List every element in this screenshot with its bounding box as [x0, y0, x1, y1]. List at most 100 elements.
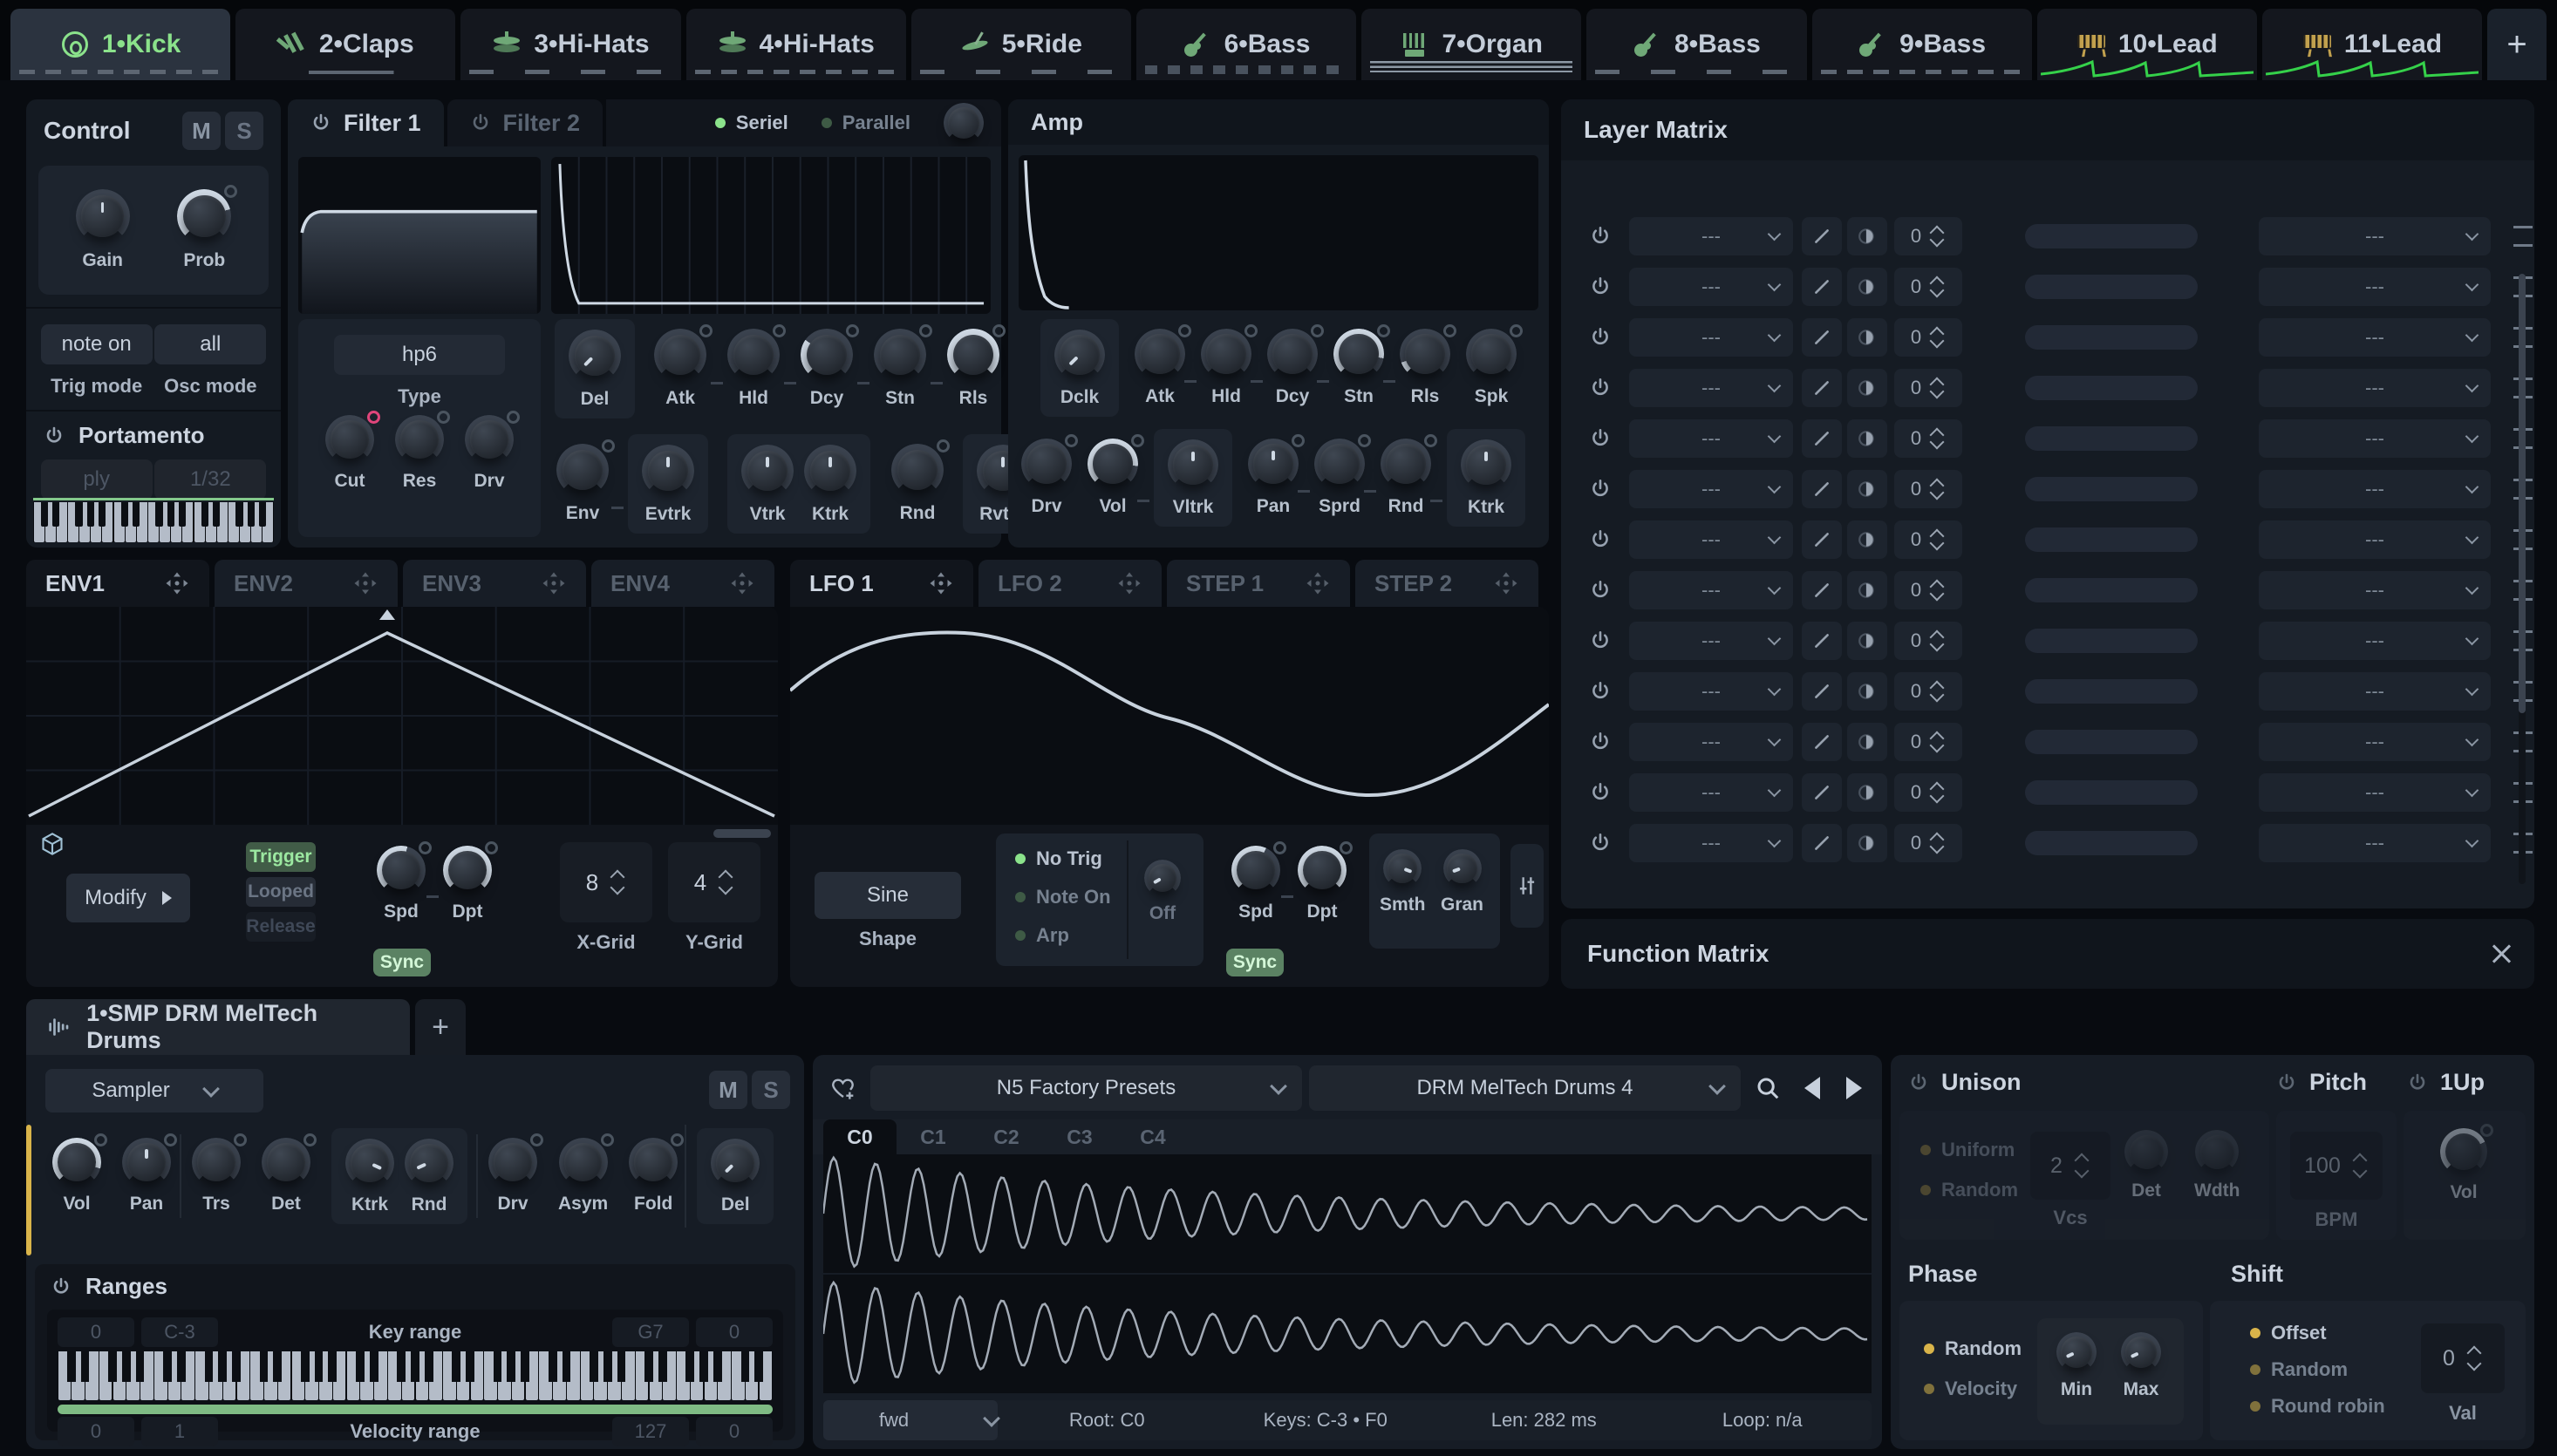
curve-mode-icon[interactable] [1847, 318, 1887, 357]
expand-collapse-icon[interactable] [2495, 940, 2508, 968]
assign-move-icon[interactable] [1305, 570, 1331, 596]
sampler-knob[interactable]: Fold [629, 1138, 678, 1214]
amp-out-knob[interactable]: Sprd [1314, 439, 1365, 517]
sampler-knob[interactable]: Vol [52, 1138, 101, 1214]
amp-env-knob[interactable]: Hld [1201, 329, 1251, 407]
sample-key-tab[interactable]: C4 [1116, 1119, 1190, 1154]
env-speed-knob[interactable]: Spd [377, 846, 426, 922]
lfo-fade-knob[interactable]: Off [1144, 860, 1181, 924]
phase-max-knob[interactable]: Max [2121, 1332, 2161, 1400]
lfo-speed-knob[interactable]: Spd [1231, 846, 1280, 922]
x-grid-stepper[interactable]: 8 [560, 842, 652, 922]
curve-mode-icon[interactable] [1847, 520, 1887, 559]
sampler-knob[interactable]: Asym [558, 1138, 608, 1214]
unison-power-icon[interactable] [1908, 1072, 1929, 1093]
slope-mode-icon[interactable] [1802, 824, 1842, 862]
amp-env-knob[interactable]: Dcy [1267, 329, 1318, 407]
shift-mode-radio[interactable]: Random [2250, 1358, 2385, 1381]
row-power-icon[interactable] [1589, 579, 1612, 602]
track-tab[interactable]: 1•Kick [10, 9, 230, 80]
gain-knob[interactable]: Gain [76, 189, 130, 271]
porta-speed-select[interactable]: 1/32 [154, 459, 266, 500]
curve-mode-icon[interactable] [1847, 470, 1887, 508]
lfo-tab[interactable]: LFO 1 [790, 560, 973, 607]
ranges-power-icon[interactable] [51, 1276, 72, 1297]
env-mode-toggle[interactable]: Release [246, 912, 316, 942]
matrix-source-select[interactable]: --- [1629, 419, 1793, 458]
filter-mix-knob[interactable] [944, 103, 984, 143]
key-range-keyboard[interactable] [58, 1351, 773, 1400]
matrix-source-select[interactable]: --- [1629, 369, 1793, 407]
filter2-power-icon[interactable] [470, 112, 491, 133]
filter-routing-radio[interactable]: Parallel [822, 112, 910, 134]
matrix-amount-slider[interactable] [2025, 780, 2198, 805]
sampler-knob[interactable]: Det [262, 1138, 310, 1214]
voices-stepper[interactable]: 2 [2030, 1132, 2110, 1200]
matrix-amount-slider[interactable] [2025, 527, 2198, 552]
matrix-amount-stepper[interactable]: 0 [1894, 470, 1962, 508]
filter-mod-knob[interactable]: Vtrk [727, 434, 799, 534]
amp-envelope-display[interactable] [1019, 155, 1538, 310]
filter-env-knob[interactable]: Stn [874, 329, 926, 409]
row-power-icon[interactable] [1589, 629, 1612, 652]
matrix-amount-slider[interactable] [2025, 224, 2198, 248]
unison-detune-knob[interactable]: Det [2124, 1130, 2168, 1201]
assign-move-icon[interactable] [1493, 570, 1519, 596]
env-display[interactable] [26, 607, 778, 825]
filter2-tab[interactable]: Filter 2 [447, 99, 603, 146]
sample-key-tab[interactable]: C2 [970, 1119, 1043, 1154]
amp-env-knob[interactable]: Rls [1400, 329, 1450, 407]
matrix-dest-select[interactable]: --- [2259, 268, 2491, 306]
sampler-knob[interactable]: Drv [488, 1138, 537, 1214]
env-tab[interactable]: ENV4 [591, 560, 774, 607]
key-high[interactable]: G7 [612, 1317, 689, 1347]
row-power-icon[interactable] [1589, 731, 1612, 753]
lfo-tab[interactable]: STEP 1 [1167, 560, 1350, 607]
track-tab[interactable]: 7•Organ [1361, 9, 1581, 80]
engine-select[interactable]: Sampler [45, 1069, 263, 1112]
phase-min-knob[interactable]: Min [2056, 1332, 2097, 1400]
matrix-amount-stepper[interactable]: 0 [1894, 318, 1962, 357]
matrix-source-select[interactable]: --- [1629, 672, 1793, 711]
vel-fade-high[interactable]: 0 [696, 1417, 773, 1446]
matrix-amount-stepper[interactable]: 0 [1894, 723, 1962, 761]
matrix-source-select[interactable]: --- [1629, 470, 1793, 508]
filter-knob[interactable]: Cut [325, 415, 374, 492]
y-grid-stepper[interactable]: 4 [668, 842, 760, 922]
matrix-scrollbar[interactable] [2519, 274, 2526, 884]
matrix-amount-stepper[interactable]: 0 [1894, 571, 1962, 609]
preset-select[interactable]: DRM MelTech Drums 4 [1309, 1065, 1741, 1111]
portamento-power-icon[interactable] [44, 425, 65, 446]
matrix-amount-stepper[interactable]: 0 [1894, 622, 1962, 660]
vel-low[interactable]: 1 [141, 1417, 218, 1446]
matrix-amount-slider[interactable] [2025, 426, 2198, 451]
matrix-dest-select[interactable]: --- [2259, 723, 2491, 761]
row-power-icon[interactable] [1589, 680, 1612, 703]
matrix-amount-slider[interactable] [2025, 831, 2198, 855]
matrix-dest-select[interactable]: --- [2259, 217, 2491, 255]
prev-preset-button[interactable] [1795, 1065, 1830, 1111]
slope-mode-icon[interactable] [1802, 571, 1842, 609]
matrix-amount-slider[interactable] [2025, 679, 2198, 704]
env-mode-toggle[interactable]: Trigger [246, 842, 316, 872]
matrix-amount-stepper[interactable]: 0 [1894, 773, 1962, 812]
osc-mode-select[interactable]: all [154, 324, 266, 364]
filter1-power-icon[interactable] [310, 112, 331, 133]
matrix-amount-stepper[interactable]: 0 [1894, 369, 1962, 407]
unison-mode-radio[interactable]: Random [1920, 1179, 2018, 1201]
key-fade-high[interactable]: 0 [696, 1317, 773, 1347]
env-mode-toggle[interactable]: Looped [246, 877, 316, 907]
filter-env-knob[interactable]: Dcy [801, 329, 853, 409]
phase-mode-radio[interactable]: Velocity [1924, 1378, 2022, 1400]
filter-type-select[interactable]: hp6 [334, 335, 505, 375]
matrix-source-select[interactable]: --- [1629, 318, 1793, 357]
row-drag-handle-icon[interactable] [2513, 226, 2533, 247]
curve-mode-icon[interactable] [1847, 369, 1887, 407]
matrix-amount-stepper[interactable]: 0 [1894, 419, 1962, 458]
row-power-icon[interactable] [1589, 478, 1612, 500]
filter-knob[interactable]: Drv [465, 415, 514, 492]
amp-out-knob[interactable]: Drv [1021, 439, 1072, 517]
row-power-icon[interactable] [1589, 377, 1612, 399]
matrix-amount-stepper[interactable]: 0 [1894, 217, 1962, 255]
velocity-range-bar[interactable] [58, 1405, 773, 1414]
